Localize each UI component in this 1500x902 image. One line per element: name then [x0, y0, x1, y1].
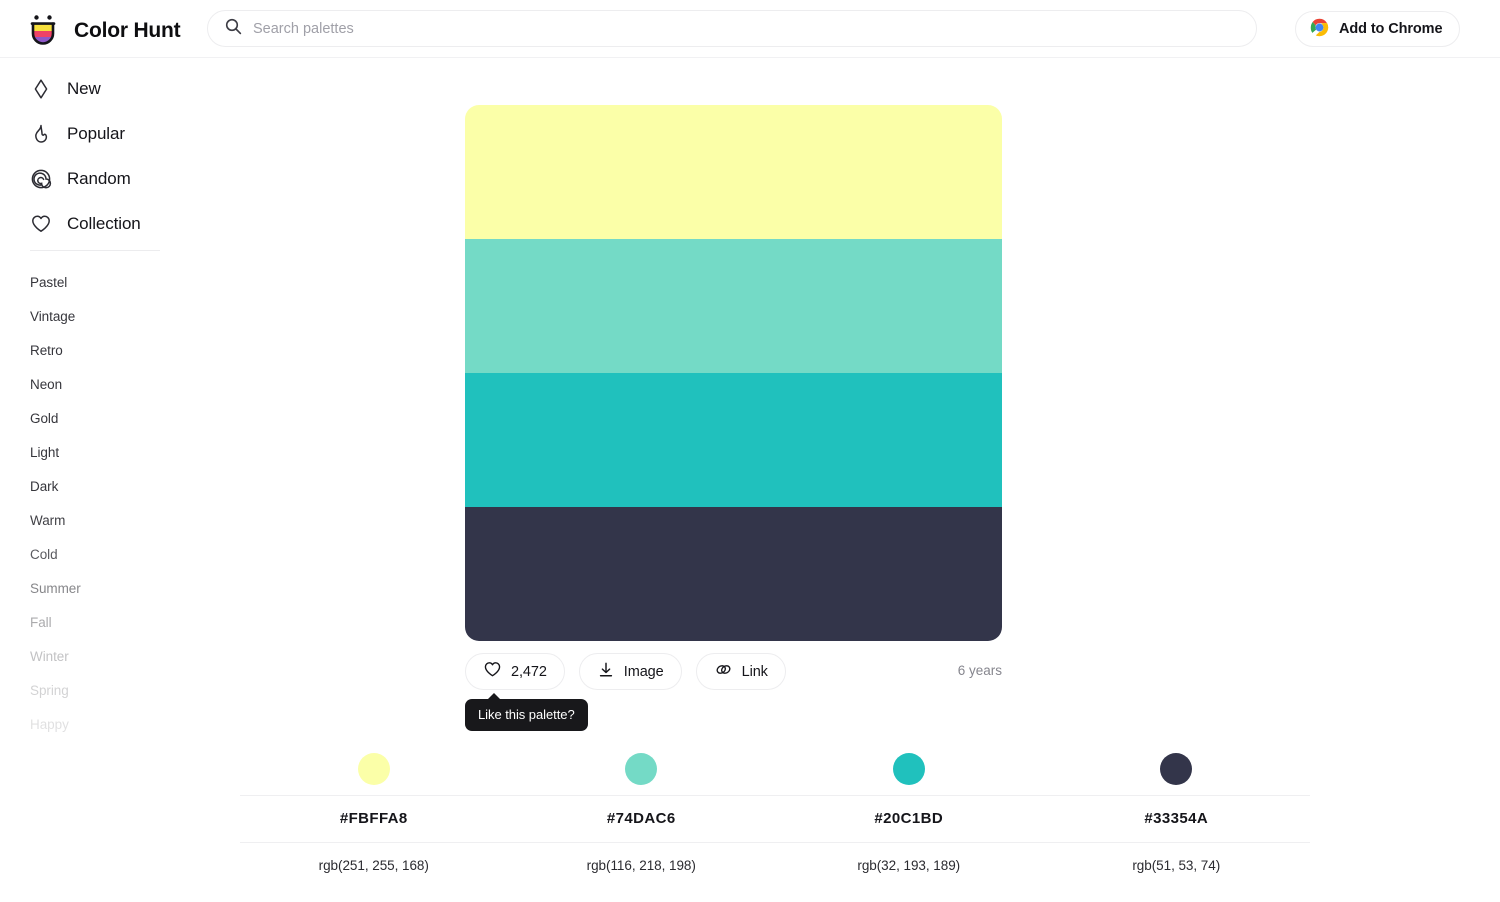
color-dot-3[interactable] [892, 753, 925, 785]
search-bar[interactable] [207, 10, 1257, 47]
rgb-cell: rgb(32, 193, 189) [775, 857, 1043, 875]
heart-icon [483, 660, 502, 683]
sidebar-item-popular[interactable]: Popular [30, 118, 220, 149]
hex-value-2[interactable]: #74DAC6 [607, 810, 676, 827]
tag-spring[interactable]: Spring [30, 674, 200, 708]
brand-logo-link[interactable]: Color Hunt [24, 11, 181, 49]
rgb-cell: rgb(251, 255, 168) [240, 857, 508, 875]
tag-pastel[interactable]: Pastel [30, 266, 200, 300]
spiral-icon [30, 168, 52, 190]
tag-vintage[interactable]: Vintage [30, 300, 200, 334]
color-dot-cell [508, 753, 776, 790]
rgb-value-3[interactable]: rgb(32, 193, 189) [857, 858, 960, 873]
flame-icon [30, 123, 52, 145]
tag-dark[interactable]: Dark [30, 470, 200, 504]
tag-warm[interactable]: Warm [30, 504, 200, 538]
hex-row: #FBFFA8 #74DAC6 #20C1BD #33354A [240, 796, 1310, 842]
palette-band-4[interactable] [465, 507, 1002, 641]
rgb-value-1[interactable]: rgb(251, 255, 168) [319, 858, 429, 873]
hex-value-3[interactable]: #20C1BD [874, 810, 943, 827]
tag-retro[interactable]: Retro [30, 334, 200, 368]
sidebar-item-label: New [67, 78, 101, 98]
rgb-cell: rgb(51, 53, 74) [1043, 857, 1311, 875]
color-dot-4[interactable] [1160, 753, 1193, 785]
sidebar-item-label: Collection [67, 213, 141, 233]
tag-winter[interactable]: Winter [30, 640, 200, 674]
sidebar-item-label: Popular [67, 123, 125, 143]
like-count: 2,472 [511, 663, 547, 680]
color-dot-cell [1043, 753, 1311, 790]
palette-actions: 2,472 Image Link [465, 653, 786, 690]
hex-value-4[interactable]: #33354A [1144, 810, 1208, 827]
sparkle-icon [30, 78, 52, 100]
rgb-row: rgb(251, 255, 168) rgb(116, 218, 198) rg… [240, 843, 1310, 889]
sidebar-item-random[interactable]: Random [30, 163, 220, 194]
sidebar-item-new[interactable]: New [30, 73, 220, 104]
hex-cell: #74DAC6 [508, 810, 776, 828]
tag-gold[interactable]: Gold [30, 402, 200, 436]
copy-link-button[interactable]: Link [695, 653, 786, 690]
hex-cell: #FBFFA8 [240, 810, 508, 828]
hex-cell: #33354A [1043, 810, 1311, 828]
copy-link-label: Link [741, 663, 768, 680]
palette-band-1[interactable] [465, 105, 1002, 239]
site-header: Color Hunt Add to Chrome [0, 0, 1500, 58]
palette-band-3[interactable] [465, 373, 1002, 507]
rgb-value-2[interactable]: rgb(116, 218, 198) [587, 858, 696, 873]
sidebar-item-label: Random [67, 168, 131, 188]
chrome-icon [1310, 18, 1329, 41]
color-info-table: #FBFFA8 #74DAC6 #20C1BD #33354A rgb(251,… [240, 748, 1310, 889]
heart-icon [30, 213, 52, 235]
color-dot-2[interactable] [625, 753, 658, 785]
brand-name: Color Hunt [74, 18, 181, 42]
tag-happy[interactable]: Happy [30, 708, 200, 742]
link-icon [714, 660, 733, 683]
download-image-button[interactable]: Image [578, 653, 682, 690]
palette-age: 6 years [957, 663, 1002, 678]
search-input[interactable] [253, 20, 1153, 37]
color-dot-1[interactable] [357, 753, 390, 785]
sidebar-item-collection[interactable]: Collection [30, 208, 220, 239]
tag-list: Pastel Vintage Retro Neon Gold Light Dar… [30, 266, 200, 742]
tag-summer[interactable]: Summer [30, 572, 200, 606]
palette-preview [465, 105, 1002, 641]
like-button[interactable]: 2,472 [465, 653, 565, 690]
tag-light[interactable]: Light [30, 436, 200, 470]
palette-band-2[interactable] [465, 239, 1002, 373]
rgb-value-4[interactable]: rgb(51, 53, 74) [1132, 858, 1220, 873]
color-dot-cell [775, 753, 1043, 790]
hex-value-1[interactable]: #FBFFA8 [340, 810, 408, 827]
add-to-chrome-button[interactable]: Add to Chrome [1295, 11, 1461, 47]
tag-cold[interactable]: Cold [30, 538, 200, 572]
download-icon [597, 661, 615, 683]
hex-cell: #20C1BD [775, 810, 1043, 828]
tag-neon[interactable]: Neon [30, 368, 200, 402]
sidebar: New Popular Random Collection Pastel Vin [0, 58, 220, 902]
search-icon [225, 18, 242, 40]
tag-fall[interactable]: Fall [30, 606, 200, 640]
rgb-cell: rgb(116, 218, 198) [508, 857, 776, 875]
add-to-chrome-label: Add to Chrome [1339, 21, 1443, 37]
color-dot-cell [240, 753, 508, 790]
sidebar-divider [30, 250, 160, 251]
colorhunt-smiley-logo-icon [24, 11, 62, 49]
download-image-label: Image [623, 663, 664, 680]
color-dots-row [240, 748, 1310, 795]
like-tooltip: Like this palette? [465, 693, 588, 731]
